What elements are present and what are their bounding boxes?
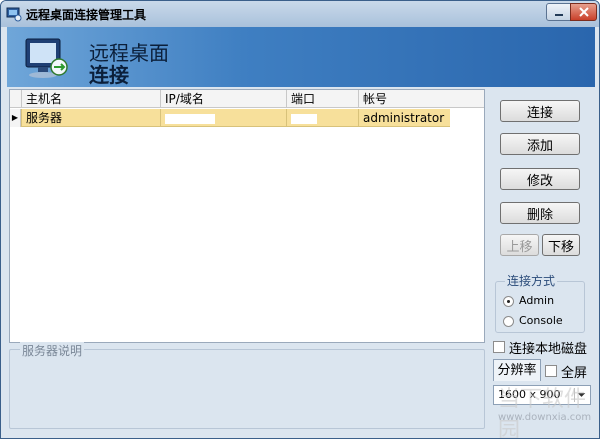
fullscreen-label[interactable]: 全屏	[561, 362, 587, 381]
console-radio-label[interactable]: Console	[519, 314, 563, 327]
redacted-port	[291, 113, 317, 124]
fullscreen-checkbox[interactable]	[545, 365, 557, 377]
title-bar: 远程桌面连接管理工具	[1, 1, 599, 27]
column-header-ip[interactable]: IP/域名	[160, 90, 286, 108]
app-icon	[6, 7, 22, 22]
column-header-account[interactable]: 帐号	[358, 90, 450, 108]
cell-port[interactable]	[286, 109, 358, 127]
header-banner: 远程桌面 连接	[7, 27, 595, 87]
cell-host[interactable]: 服务器	[21, 109, 160, 127]
table-header: 主机名 IP/域名 端口 帐号	[10, 90, 484, 108]
minimize-icon	[554, 14, 563, 16]
watermark-text: 当下软件园	[498, 387, 587, 439]
close-button[interactable]	[570, 3, 597, 21]
server-table[interactable]: 主机名 IP/域名 端口 帐号 ▶ 服务器 administrator	[9, 89, 485, 343]
connection-mode-label: 连接方式	[505, 272, 558, 289]
cell-ip[interactable]	[160, 109, 286, 127]
table-row[interactable]: ▶ 服务器 administrator	[10, 109, 484, 127]
watermark-url: www.downxia.com	[498, 412, 592, 423]
connect-button[interactable]: 连接	[500, 100, 580, 122]
admin-radio-label[interactable]: Admin	[519, 294, 554, 307]
delete-button[interactable]: 删除	[500, 202, 580, 224]
local-disk-label[interactable]: 连接本地磁盘	[509, 338, 587, 357]
move-up-button[interactable]: 上移	[500, 234, 539, 256]
row-selector-arrow-icon: ▶	[10, 109, 21, 127]
column-header-host[interactable]: 主机名	[21, 90, 160, 108]
move-down-button[interactable]: 下移	[542, 234, 580, 256]
server-description-group[interactable]: 服务器说明	[9, 342, 485, 429]
window-title: 远程桌面连接管理工具	[26, 8, 147, 22]
column-header-port[interactable]: 端口	[286, 90, 358, 108]
local-disk-checkbox[interactable]	[493, 341, 505, 353]
redacted-ip	[165, 113, 215, 124]
banner-title-line2: 连接	[89, 63, 129, 87]
admin-radio[interactable]	[503, 296, 514, 307]
close-icon	[578, 7, 589, 17]
add-button[interactable]: 添加	[500, 133, 580, 155]
cell-account[interactable]: administrator	[358, 109, 450, 127]
main-window: 远程桌面连接管理工具 远程桌面 连接 主机名 IP/域名 端口 帐号 ▶ 服务器…	[0, 0, 600, 439]
remote-desktop-icon	[25, 38, 68, 78]
minimize-button[interactable]	[546, 3, 571, 21]
console-radio[interactable]	[503, 316, 514, 327]
resolution-tab[interactable]: 分辨率	[493, 359, 541, 381]
edit-button[interactable]: 修改	[500, 168, 580, 190]
server-description-label: 服务器说明	[20, 342, 85, 359]
